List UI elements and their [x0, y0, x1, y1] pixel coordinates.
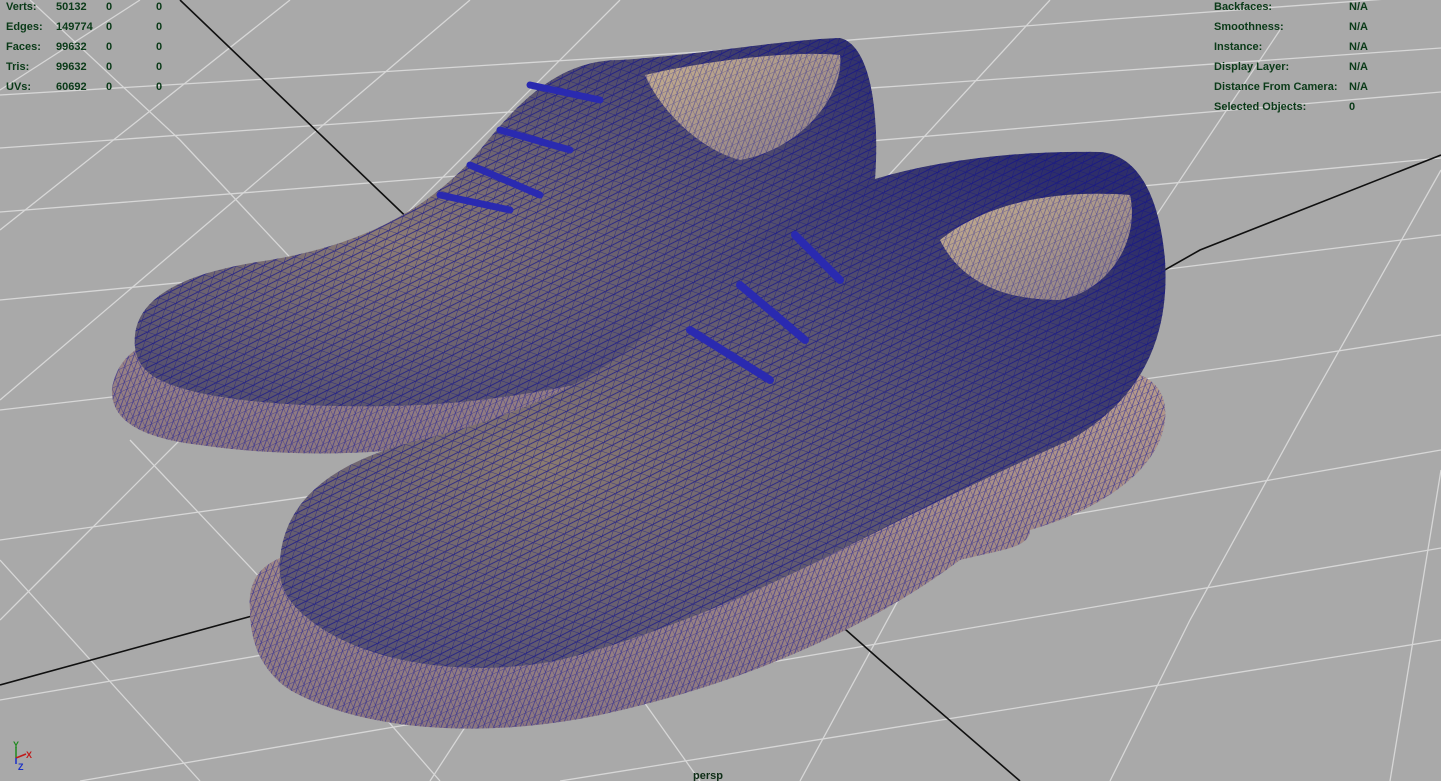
- hud-value: N/A: [1349, 81, 1368, 93]
- hud-selected: 0: [106, 81, 113, 93]
- hud-value: N/A: [1349, 1, 1368, 13]
- hud-row-instance: Instance: N/A: [1214, 37, 1409, 57]
- hud-row-display-layer: Display Layer: N/A: [1214, 57, 1409, 77]
- hud-label: Display Layer:: [1214, 61, 1290, 73]
- hud-selected: 0: [106, 41, 113, 53]
- view-axis-gizmo: Y X Z: [13, 740, 32, 772]
- camera-name-label: persp: [693, 770, 723, 781]
- hud-label: Verts:: [6, 1, 37, 13]
- hud-value: N/A: [1349, 61, 1368, 73]
- object-details-hud: Backfaces: N/A Smoothness: N/A Instance: N/A D…: [1214, 0, 1409, 117]
- hud-total: 99632: [56, 61, 87, 73]
- poly-count-hud: Verts: 50132 0 0 Edges: 149774 0 0 Faces: 99632 0 0…: [6, 0, 186, 97]
- hud-uv: 0: [156, 1, 163, 13]
- hud-label: Faces:: [6, 41, 41, 53]
- hud-row-uvs: UVs: 60692 0 0: [6, 77, 186, 97]
- hud-label: Backfaces:: [1214, 1, 1273, 13]
- hud-label: Selected Objects:: [1214, 101, 1307, 113]
- hud-uv: 0: [156, 41, 163, 53]
- hud-row-tris: Tris: 99632 0 0: [6, 57, 186, 77]
- y-axis-label: Y: [13, 740, 19, 750]
- hud-value: N/A: [1349, 21, 1368, 33]
- hud-row-backfaces: Backfaces: N/A: [1214, 0, 1409, 17]
- hud-label: Edges:: [6, 21, 43, 33]
- hud-total: 50132: [56, 1, 87, 13]
- hud-row-verts: Verts: 50132 0 0: [6, 0, 186, 17]
- hud-uv: 0: [156, 21, 163, 33]
- hud-total: 60692: [56, 81, 87, 93]
- hud-value: 0: [1349, 101, 1356, 113]
- hud-label: Tris:: [6, 61, 30, 73]
- hud-label: Distance From Camera:: [1214, 81, 1338, 93]
- hud-uv: 0: [156, 81, 163, 93]
- hud-row-edges: Edges: 149774 0 0: [6, 17, 186, 37]
- hud-selected: 0: [106, 1, 113, 13]
- hud-row-smoothness: Smoothness: N/A: [1214, 17, 1409, 37]
- hud-value: N/A: [1349, 41, 1368, 53]
- hud-row-faces: Faces: 99632 0 0: [6, 37, 186, 57]
- hud-label: Instance:: [1214, 41, 1263, 53]
- hud-label: Smoothness:: [1214, 21, 1284, 33]
- hud-selected: 0: [106, 21, 113, 33]
- x-axis-label: X: [26, 750, 32, 760]
- hud-row-selected-objects: Selected Objects: 0: [1214, 97, 1409, 117]
- x-axis-line: [15, 753, 27, 759]
- hud-label: UVs:: [6, 81, 32, 93]
- viewport-scene[interactable]: [0, 0, 1441, 781]
- hud-uv: 0: [156, 61, 163, 73]
- hud-row-distance-from-camera: Distance From Camera: N/A: [1214, 77, 1409, 97]
- 3d-viewport[interactable]: Verts: 50132 0 0 Edges: 149774 0 0 Faces: 99632 0 0…: [0, 0, 1441, 781]
- hud-total: 149774: [56, 21, 93, 33]
- hud-selected: 0: [106, 61, 113, 73]
- hud-total: 99632: [56, 41, 87, 53]
- z-axis-label: Z: [18, 762, 24, 772]
